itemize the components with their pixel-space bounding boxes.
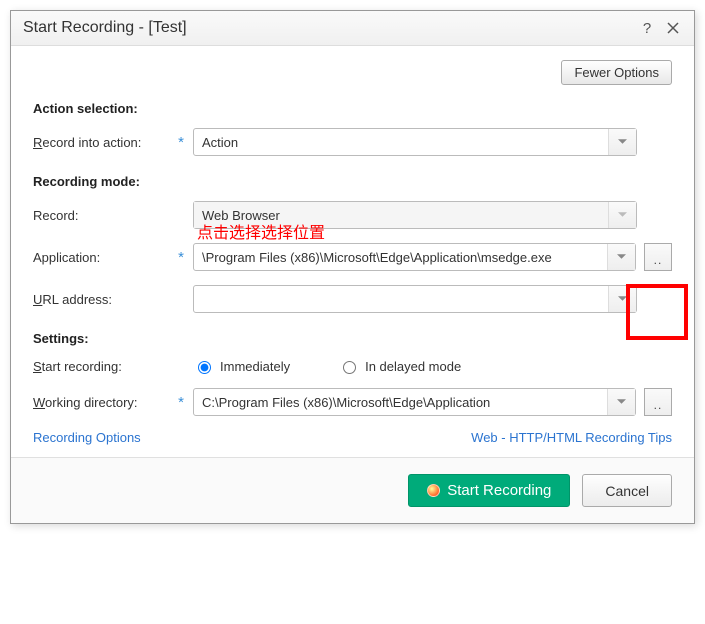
required-marker: * [173,249,189,266]
required-marker: * [173,134,189,151]
help-icon[interactable]: ? [638,19,656,37]
url-address-combo[interactable] [193,285,637,313]
start-recording-button-label: Start Recording [447,482,551,499]
radio-immediately[interactable]: Immediately [193,358,290,374]
close-icon[interactable] [664,19,682,37]
radio-immediately-input[interactable] [198,361,211,374]
application-input[interactable] [194,244,607,270]
cancel-button[interactable]: Cancel [582,474,672,507]
dropdown-arrow-icon[interactable] [607,244,635,270]
dialog-footer: Start Recording Cancel [11,457,694,523]
recording-options-link[interactable]: Recording Options [33,430,141,445]
start-recording-label: Start recording: [33,359,173,374]
dropdown-arrow-icon[interactable] [608,286,636,312]
url-address-label: URL address: [33,292,173,307]
working-directory-combo[interactable] [193,388,636,416]
section-action-selection: Action selection: [33,101,672,116]
annotation-text: 点击选择选择位置 [197,219,325,243]
record-label: Record: [33,208,173,223]
working-directory-label: Working directory: [33,395,173,410]
titlebar: Start Recording - [Test] ? [11,11,694,46]
record-icon [427,484,440,497]
application-label: Application: [33,250,173,265]
record-into-action-combo[interactable] [193,128,637,156]
application-combo[interactable] [193,243,636,271]
radio-delayed-label: In delayed mode [365,359,461,374]
start-recording-dialog: Start Recording - [Test] ? Fewer Options… [10,10,695,524]
required-marker: * [173,394,189,411]
dropdown-arrow-icon[interactable] [608,202,636,228]
start-recording-radio-group: Immediately In delayed mode [193,358,461,374]
working-directory-browse-button[interactable]: .. [644,388,672,416]
dialog-title: Start Recording - [Test] [23,19,630,37]
dropdown-arrow-icon[interactable] [608,129,636,155]
application-browse-button[interactable]: .. [644,243,672,271]
radio-delayed-input[interactable] [343,361,356,374]
start-recording-button[interactable]: Start Recording [408,474,570,507]
record-into-action-label: Record into action: [33,135,173,150]
section-settings: Settings: [33,331,672,346]
dropdown-arrow-icon[interactable] [607,389,635,415]
radio-immediately-label: Immediately [220,359,290,374]
section-recording-mode: Recording mode: [33,174,672,189]
working-directory-input[interactable] [194,389,607,415]
recording-tips-link[interactable]: Web - HTTP/HTML Recording Tips [471,430,672,445]
url-address-input[interactable] [194,286,608,312]
fewer-options-button[interactable]: Fewer Options [561,60,672,85]
record-into-action-input[interactable] [194,129,608,155]
dialog-content: Fewer Options Action selection: Record i… [11,46,694,457]
radio-delayed[interactable]: In delayed mode [338,358,461,374]
